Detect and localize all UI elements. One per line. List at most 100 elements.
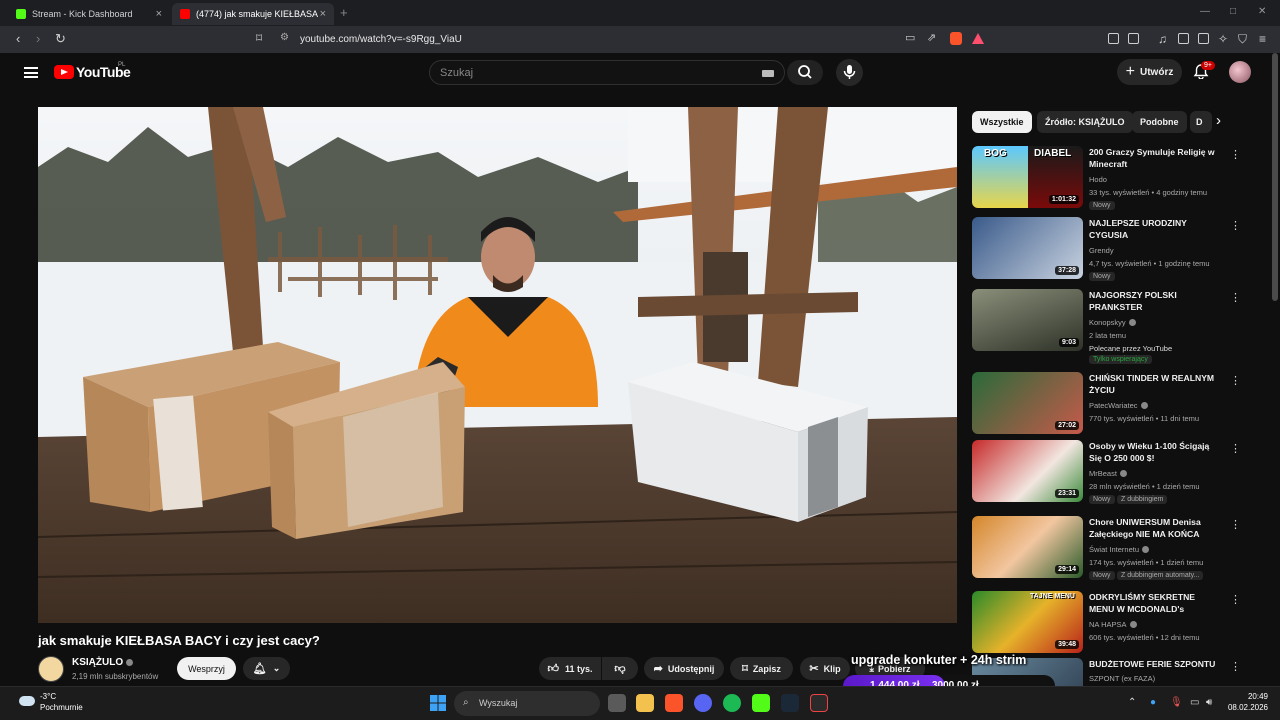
support-button[interactable]: Wesprzyj xyxy=(177,657,236,680)
maximize-icon[interactable]: □ xyxy=(1230,6,1236,17)
create-button[interactable]: + Utwórz xyxy=(1117,59,1182,85)
volume-icon[interactable]: 🔊︎ xyxy=(1206,697,1212,708)
file-explorer-icon[interactable] xyxy=(636,694,654,712)
video-thumbnail[interactable]: 9:03 xyxy=(972,289,1083,351)
network-icon[interactable]: ▭ xyxy=(1190,697,1199,708)
channel-name[interactable]: KSIĄŻULO xyxy=(72,657,134,668)
more-actions-icon[interactable]: ⋮ xyxy=(1230,374,1241,387)
guide-menu-icon[interactable] xyxy=(24,67,38,78)
video-thumbnail[interactable]: TAJNE MENU 39:48 xyxy=(972,591,1083,653)
obs-app-icon[interactable] xyxy=(810,694,828,712)
video-thumbnail[interactable]: 23:31 xyxy=(972,440,1083,502)
search-input[interactable] xyxy=(440,65,740,81)
recommended-video[interactable]: 9:03 NAJGORSZY POLSKI PRANKSTER Konopsky… xyxy=(972,289,1242,369)
tab-youtube-video[interactable]: (4774) jak smakuje KIEŁBASA BACY × xyxy=(172,3,334,25)
more-actions-icon[interactable]: ⋮ xyxy=(1230,291,1241,304)
video-title[interactable]: NAJLEPSZE URODZINY CYGUSIA xyxy=(1089,217,1221,241)
url-text[interactable]: youtube.com/watch?v=-s9Rgg_ViaU xyxy=(300,34,462,45)
channel-name[interactable]: MrBeast xyxy=(1089,469,1127,478)
more-actions-icon[interactable]: ⋮ xyxy=(1230,593,1241,606)
more-actions-icon[interactable]: ⋮ xyxy=(1230,148,1241,161)
channel-name[interactable]: SZPONT (ex FAZA) xyxy=(1089,674,1155,683)
brave-rewards-icon[interactable] xyxy=(972,32,984,44)
cloud-icon[interactable] xyxy=(19,696,35,706)
tray-overflow-icon[interactable]: ⌃ xyxy=(1128,697,1136,708)
channel-avatar[interactable] xyxy=(38,656,64,682)
share-button[interactable]: ➦ Udostępnij xyxy=(644,657,724,680)
tab-kick-dashboard[interactable]: Stream - Kick Dashboard × xyxy=(8,3,170,25)
extensions-icon[interactable] xyxy=(1108,33,1119,44)
system-clock[interactable]: 20:49 08.02.2026 xyxy=(1224,691,1268,713)
video-title[interactable]: CHIŃSKI TINDER W REALNYM ŻYCIU xyxy=(1089,372,1221,396)
channel-name[interactable]: Świat Internetu xyxy=(1089,545,1150,554)
channel-name[interactable]: PatecWariatec xyxy=(1089,401,1148,410)
page-scrollbar[interactable] xyxy=(1272,53,1278,301)
brave-shield-icon[interactable] xyxy=(950,32,962,45)
kick-app-icon[interactable] xyxy=(752,694,770,712)
leo-ai-icon[interactable]: ✧ xyxy=(1218,32,1228,46)
recommended-video[interactable]: TAJNE MENU 39:48 ODKRYLIŚMY SEKRETNE MEN… xyxy=(972,591,1242,661)
recommended-video[interactable]: 37:28 NAJLEPSZE URODZINY CYGUSIA Grendy … xyxy=(972,217,1242,287)
task-view-icon[interactable] xyxy=(608,694,626,712)
minimize-icon[interactable]: — xyxy=(1200,6,1210,17)
video-thumbnail[interactable]: 37:28 xyxy=(972,217,1083,279)
chip-all[interactable]: Wszystkie xyxy=(972,111,1032,133)
video-thumbnail[interactable]: BOG DIABEL 1:01:32 xyxy=(972,146,1083,208)
close-tab-icon[interactable]: × xyxy=(320,8,326,20)
search-box[interactable] xyxy=(429,60,785,85)
chip-source[interactable]: Źródło: KSIĄŻULO xyxy=(1037,111,1133,133)
video-thumbnail[interactable]: 27:02 xyxy=(972,372,1083,434)
recommended-video[interactable]: 27:02 CHIŃSKI TINDER W REALNYM ŻYCIU Pat… xyxy=(972,372,1242,442)
back-icon[interactable]: ‹ xyxy=(16,32,20,46)
dislike-button[interactable]: 👎︎ xyxy=(602,657,638,680)
more-actions-icon[interactable]: ⋮ xyxy=(1230,219,1241,232)
video-title[interactable]: BUDŻETOWE FERIE SZPONTU xyxy=(1089,658,1221,670)
channel-name[interactable]: Konopskyy xyxy=(1089,318,1136,327)
recommended-video[interactable]: 23:31 Osoby w Wieku 1-100 Ścigają Się O … xyxy=(972,440,1242,510)
subscription-bell-button[interactable]: 🔔︎ ⌄ xyxy=(243,657,290,680)
bookmark-icon[interactable]: ⌑ xyxy=(256,31,262,45)
video-title[interactable]: Osoby w Wieku 1-100 Ścigają Się O 250 00… xyxy=(1089,440,1221,464)
tray-app-icon[interactable]: ● xyxy=(1150,697,1156,708)
vpn-icon[interactable]: ⛉ xyxy=(1238,32,1247,46)
menu-icon[interactable]: ≡ xyxy=(1259,32,1266,46)
video-thumbnail[interactable]: 29:14 xyxy=(972,516,1083,578)
recommended-video[interactable]: BOG DIABEL 1:01:32 200 Graczy Symuluje R… xyxy=(972,146,1242,216)
like-button[interactable]: 👍︎ 11 tys. xyxy=(539,657,601,680)
youtube-logo-icon[interactable] xyxy=(54,65,74,79)
screenshot-icon[interactable] xyxy=(1128,33,1139,44)
more-actions-icon[interactable]: ⋮ xyxy=(1230,660,1241,673)
brave-browser-icon[interactable] xyxy=(665,694,683,712)
search-button[interactable] xyxy=(787,60,823,85)
more-actions-icon[interactable]: ⋮ xyxy=(1230,442,1241,455)
address-bar[interactable]: ⌑ ⚙ youtube.com/watch?v=-s9Rgg_ViaU ▭ ⇗ xyxy=(250,30,990,49)
spotify-icon[interactable] xyxy=(723,694,741,712)
video-title[interactable]: Chore UNIWERSUM Denisa Załęckiego NIE MA… xyxy=(1089,516,1221,540)
forward-icon[interactable]: › xyxy=(36,32,40,46)
wallet-icon[interactable] xyxy=(1198,33,1209,44)
chevron-right-icon[interactable]: › xyxy=(1216,112,1221,129)
tray-microphone-icon[interactable]: 🎙︎ xyxy=(1170,697,1183,708)
windows-start-icon[interactable] xyxy=(430,695,446,711)
video-title[interactable]: 200 Graczy Symuluje Religię w Minecraft xyxy=(1089,146,1221,170)
chip-more[interactable]: D xyxy=(1190,111,1212,133)
save-button[interactable]: ⌑ Zapisz xyxy=(730,657,793,680)
reload-icon[interactable]: ↻ xyxy=(55,32,66,46)
more-actions-icon[interactable]: ⋮ xyxy=(1230,518,1241,531)
recommended-video[interactable]: 29:14 Chore UNIWERSUM Denisa Załęckiego … xyxy=(972,516,1242,586)
site-info-icon[interactable]: ⚙ xyxy=(280,32,289,43)
cast-icon[interactable]: ▭ xyxy=(905,31,915,44)
video-player[interactable] xyxy=(38,107,957,623)
share-page-icon[interactable]: ⇗ xyxy=(927,31,936,44)
close-tab-icon[interactable]: × xyxy=(156,8,162,20)
taskbar-search[interactable]: ⌕ Wyszukaj xyxy=(454,691,600,716)
media-icon[interactable]: ♫ xyxy=(1158,32,1167,46)
clip-button[interactable]: ✂ Klip xyxy=(800,657,850,680)
keyboard-icon[interactable] xyxy=(762,70,774,77)
account-avatar[interactable] xyxy=(1229,61,1251,83)
chip-related[interactable]: Podobne xyxy=(1132,111,1187,133)
discord-icon[interactable] xyxy=(694,694,712,712)
video-title[interactable]: NAJGORSZY POLSKI PRANKSTER xyxy=(1089,289,1221,313)
channel-name[interactable]: Hodo xyxy=(1089,175,1107,184)
weather-widget[interactable]: -3°C Pochmurnie xyxy=(40,691,83,713)
